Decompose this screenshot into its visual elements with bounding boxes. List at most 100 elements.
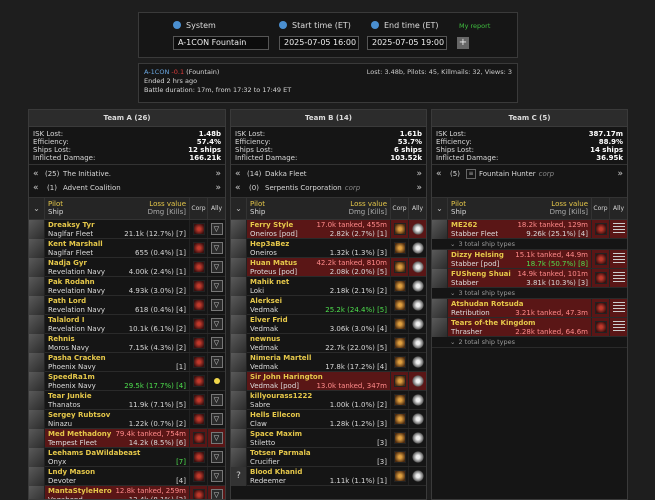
pilot-name[interactable]: Nimeria Martell [250, 354, 311, 362]
alliance-logo-icon[interactable] [411, 242, 424, 254]
move-right-icon[interactable]: » [211, 183, 221, 193]
ship-image[interactable] [432, 269, 448, 288]
ship-name[interactable]: Stabber [451, 279, 479, 287]
pilot-name[interactable]: Nadja Gyr [48, 259, 87, 267]
pilot-row[interactable]: newnus Vedmak 22.7k (22.0%) [5] [231, 334, 426, 353]
ship-image[interactable]: ? [231, 467, 247, 486]
pilot-row[interactable]: Pak Rodahn Revelation Navy 4.93k (3.0%) [2… [29, 277, 225, 296]
ship-image[interactable] [29, 334, 45, 353]
alliance-logo-icon[interactable] [612, 272, 625, 284]
pilot-name[interactable]: Alerksei [250, 297, 282, 305]
pilot-name[interactable]: Space Maxim [250, 430, 302, 438]
pilot-name[interactable]: Kent Marshall [48, 240, 103, 248]
ship-name[interactable]: Phoenix Navy [48, 363, 96, 371]
ship-image[interactable] [231, 429, 247, 448]
ship-header[interactable]: Ship [250, 208, 265, 216]
corp-cell[interactable] [189, 353, 207, 371]
corp-cell[interactable] [390, 353, 408, 371]
alliance-logo-icon[interactable] [411, 318, 424, 330]
ship-name[interactable]: Vedmak [250, 363, 278, 371]
dmg-header[interactable]: Dmg [Kills] [148, 208, 186, 216]
pilot-row[interactable]: Med Methadony 79.4k tanked, 754m Tempest F… [29, 429, 225, 448]
alliance-row[interactable]: «(5) ≡ Fountain Hunter corp» [432, 167, 627, 181]
ship-name[interactable]: Thrasher [451, 328, 482, 336]
pilot-row[interactable]: Leehams DaWildabeast Onyx [7] ▽ [29, 448, 225, 467]
corp-cell[interactable] [390, 448, 408, 466]
alliance-name[interactable]: Serpentis Corporation corp [265, 184, 412, 192]
alliance-logo-icon[interactable] [411, 432, 424, 444]
move-left-icon[interactable]: « [33, 169, 43, 179]
ship-name[interactable]: Phoenix Navy [48, 382, 96, 390]
ship-header[interactable]: Ship [48, 208, 63, 216]
alliance-logo-icon[interactable] [411, 261, 424, 273]
ship-name[interactable]: Vedmak [250, 344, 278, 352]
pilot-name[interactable]: newnus [250, 335, 280, 343]
alliance-logo-icon[interactable] [411, 451, 424, 463]
ship-image[interactable] [231, 315, 247, 334]
ship-image[interactable] [231, 296, 247, 315]
ship-type-group-toggle[interactable]: ⌄ 2 total ship types [432, 337, 627, 348]
pilot-row[interactable]: Pasha Cracken Phoenix Navy [1] ▽ [29, 353, 225, 372]
ally-cell[interactable] [408, 467, 426, 485]
ship-name[interactable]: Stabber [pod] [451, 260, 499, 268]
ship-name[interactable]: Revelation Navy [48, 325, 105, 333]
corp-logo-icon[interactable] [192, 356, 205, 368]
pilot-row[interactable]: Mahik net Loki 2.18k (2.1%) [2] [231, 277, 426, 296]
corp-logo-icon[interactable] [393, 261, 406, 273]
corp-cell[interactable] [390, 429, 408, 447]
ally-cell[interactable]: ▽ [207, 258, 225, 276]
ship-image[interactable] [29, 315, 45, 334]
corp-logo-icon[interactable] [192, 375, 205, 387]
ship-name[interactable]: Devoter [48, 477, 76, 485]
pilot-row[interactable]: Alerksei Vedmak 25.2k (24.4%) [5] [231, 296, 426, 315]
corp-logo-icon[interactable] [393, 356, 406, 368]
move-left-icon[interactable]: « [33, 183, 43, 193]
pilot-name[interactable]: Talalord I [48, 316, 84, 324]
pilot-name[interactable]: ME262 [451, 221, 477, 229]
corp-logo-icon[interactable] [594, 272, 607, 284]
corp-logo-icon[interactable] [393, 337, 406, 349]
ship-image[interactable] [29, 486, 45, 499]
pilot-row[interactable]: Dizzy Helsing 15.1k tanked, 44.9m Stabber … [432, 250, 627, 269]
ship-image[interactable] [432, 299, 448, 318]
alliance-logo-icon[interactable]: ▽ [210, 318, 223, 330]
pilot-row[interactable]: Sir John Harington 13.0k tanked, 347m Vedm… [231, 372, 426, 391]
ship-image[interactable] [231, 391, 247, 410]
ship-name[interactable]: Revelation Navy [48, 306, 105, 314]
corp-logo-icon[interactable] [192, 261, 205, 273]
ally-cell[interactable]: ▽ [207, 448, 225, 466]
ship-image[interactable] [231, 277, 247, 296]
move-right-icon[interactable]: » [211, 169, 221, 179]
corp-logo-icon[interactable] [192, 451, 205, 463]
alliance-logo-icon[interactable]: ▽ [210, 413, 223, 425]
ship-name[interactable]: Oneiros [pod] [250, 230, 298, 238]
pilot-header[interactable]: Pilot [451, 200, 466, 208]
pilot-name[interactable]: Dizzy Helsing [451, 251, 504, 259]
ship-type-group-toggle[interactable]: ⌄ 3 total ship types [432, 239, 627, 250]
ally-cell[interactable]: ▽ [207, 410, 225, 428]
ally-cell[interactable]: ▽ [207, 391, 225, 409]
pilot-name[interactable]: Hells Ellecon [250, 411, 300, 419]
pilot-name[interactable]: Lndy Mason [48, 468, 95, 476]
corp-cell[interactable] [189, 391, 207, 409]
corp-cell[interactable] [390, 372, 408, 390]
corp-cell[interactable] [189, 467, 207, 485]
corp-logo-icon[interactable] [393, 375, 406, 387]
corp-cell[interactable] [591, 250, 609, 268]
pilot-name[interactable]: Path Lord [48, 297, 86, 305]
alliance-logo-icon[interactable] [411, 356, 424, 368]
ship-name[interactable]: Vedmak [pod] [250, 382, 299, 390]
ship-name[interactable]: Vedmak [250, 306, 278, 314]
end-time-input[interactable]: 2025-07-05 19:00 [367, 36, 447, 50]
corp-cell[interactable] [390, 391, 408, 409]
corp-cell[interactable] [591, 269, 609, 287]
pilot-row[interactable]: Ferry Style 17.0k tanked, 455m Oneiros [po… [231, 220, 426, 239]
add-system-button[interactable]: + [457, 37, 469, 49]
pilot-name[interactable]: Pasha Cracken [48, 354, 106, 362]
corp-cell[interactable] [189, 334, 207, 352]
alliance-row[interactable]: «(25) The Initiative. » [29, 167, 225, 181]
ship-name[interactable]: Claw [250, 420, 267, 428]
pilot-row[interactable]: Kent Marshall Naglfar Fleet 655 (0.4%) [1]… [29, 239, 225, 258]
move-right-icon[interactable]: » [412, 183, 422, 193]
corp-cell[interactable] [189, 315, 207, 333]
